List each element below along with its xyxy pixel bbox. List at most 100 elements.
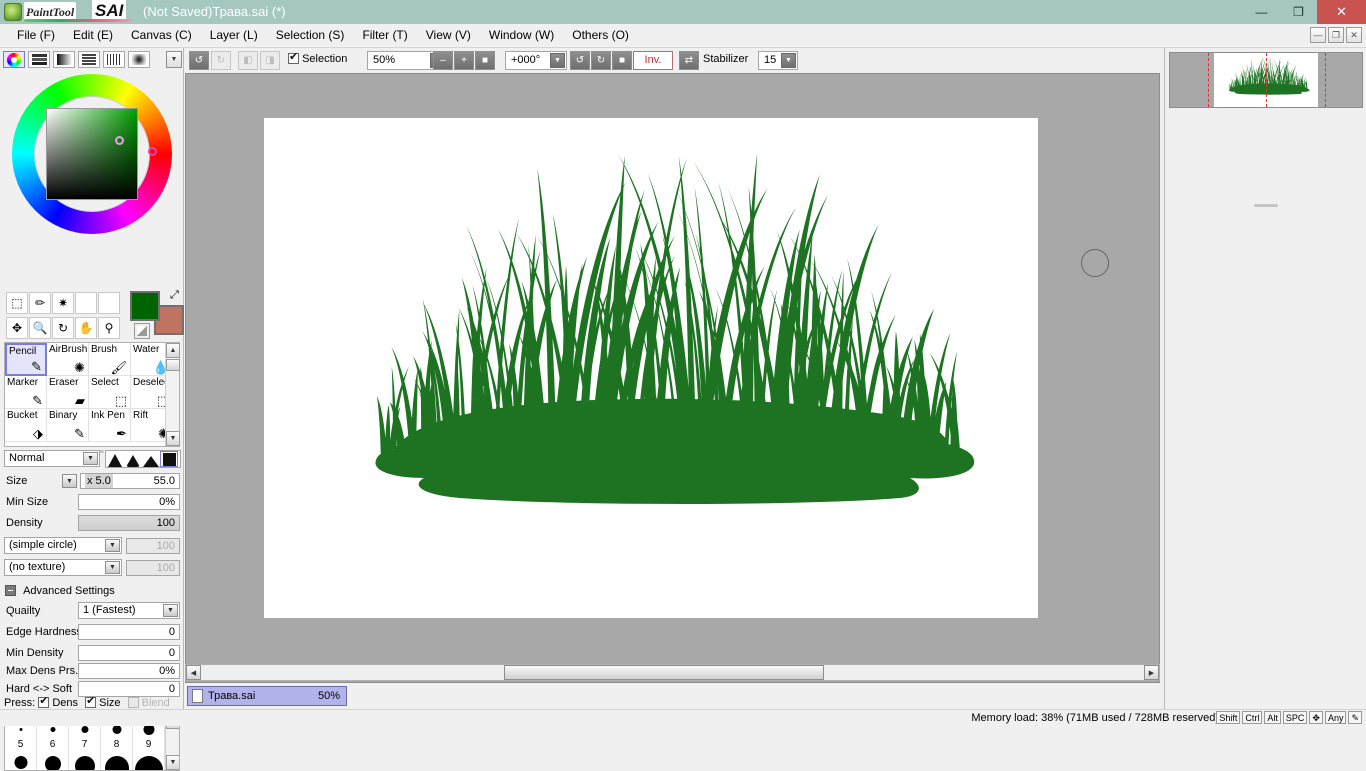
tip-shape-sharp[interactable] — [106, 451, 124, 467]
eyedropper-tool[interactable]: ⚲ — [98, 317, 120, 339]
chevron-down-icon[interactable]: ▼ — [83, 452, 98, 465]
size-preset-next-1[interactable] — [5, 754, 37, 770]
scroll-left-icon[interactable]: ◀ — [186, 665, 201, 680]
blend-mode-combo[interactable]: Normal ▼ — [4, 450, 100, 467]
chevron-down-icon[interactable]: ▼ — [163, 604, 178, 617]
move-tool[interactable]: ✥ — [6, 317, 28, 339]
brush-binary[interactable]: Binary ✎ — [47, 409, 89, 442]
density-slider[interactable]: 100 — [78, 515, 180, 531]
chevron-down-icon[interactable]: ▼ — [550, 53, 565, 68]
hscroll-thumb[interactable] — [504, 665, 824, 680]
foreground-color-swatch[interactable] — [130, 291, 160, 321]
palette-tab[interactable] — [78, 51, 100, 68]
rotate-ccw-button[interactable]: ↺ — [570, 51, 590, 70]
empty-tool-slot-1[interactable] — [75, 292, 97, 314]
rotate-tool[interactable]: ↻ — [52, 317, 74, 339]
size-preset-next-2[interactable] — [37, 754, 69, 770]
brush-scroll-down-icon[interactable]: ▼ — [166, 431, 180, 446]
menu-canvas[interactable]: Canvas (C) — [122, 24, 201, 47]
mdi-restore-button[interactable]: ❐ — [1328, 27, 1344, 43]
max-dens-prs-field[interactable]: 0% — [78, 663, 180, 679]
brush-brush[interactable]: Brush 🖌 — [89, 343, 131, 376]
menu-layer[interactable]: Layer (L) — [201, 24, 267, 47]
minimize-button[interactable]: — — [1243, 0, 1280, 24]
size-preset-next-4[interactable] — [101, 754, 133, 770]
brush-eraser[interactable]: Eraser ▰ — [47, 376, 89, 409]
brush-scroll-thumb[interactable] — [166, 359, 180, 371]
transparent-color-swatch[interactable] — [134, 323, 150, 339]
zoom-in-button[interactable]: + — [454, 51, 474, 70]
size-preset-next-3[interactable] — [69, 754, 101, 770]
tip-shape-round[interactable] — [124, 451, 142, 467]
chevron-down-icon[interactable]: ▼ — [105, 539, 120, 552]
document-tab-trava[interactable]: Трава.sai 50% — [187, 686, 347, 706]
rect-select-tool[interactable]: ⬚ — [6, 292, 28, 314]
tip-shape-flat[interactable] — [142, 451, 160, 467]
maximize-button[interactable]: ❐ — [1280, 0, 1317, 24]
zoom-reset-button[interactable]: ■ — [475, 51, 495, 70]
selection-checkbox[interactable] — [288, 50, 299, 64]
empty-tool-slot-2[interactable] — [98, 292, 120, 314]
undo-button[interactable]: ↺ — [189, 51, 209, 70]
brush-pencil[interactable]: Pencil ✎ — [5, 343, 47, 376]
color-wheel-tab[interactable] — [3, 51, 25, 68]
angle-combo[interactable]: +000° ▼ — [505, 51, 567, 70]
selection-toggle[interactable]: Selection — [288, 50, 347, 65]
edge-hardness-field[interactable]: 0 — [78, 624, 180, 640]
press-size-checkbox[interactable] — [85, 694, 97, 709]
scroll-right-icon[interactable]: ▶ — [1144, 665, 1159, 680]
canvas-horizontal-scrollbar[interactable]: ◀ ▶ — [185, 664, 1160, 681]
size-field[interactable]: x 5.0 55.0 — [80, 473, 180, 489]
gradient-tab[interactable] — [53, 51, 75, 68]
brush-scroll-up-icon[interactable]: ▲ — [166, 343, 180, 358]
canvas-paper[interactable] — [264, 118, 1038, 618]
rotate-reset-button[interactable]: ■ — [612, 51, 632, 70]
close-button[interactable]: ✕ — [1317, 0, 1366, 24]
size-preset-next-5[interactable] — [133, 754, 165, 770]
mdi-close-button[interactable]: ✕ — [1346, 27, 1362, 43]
menu-filter[interactable]: Filter (T) — [353, 24, 416, 47]
brush-shape-combo[interactable]: (simple circle) ▼ — [4, 537, 122, 554]
swap-colors-icon[interactable]: ⤢ — [170, 289, 179, 302]
brush-list-scrollbar[interactable]: ▲ ▼ — [165, 343, 180, 446]
zoom-out-button[interactable]: – — [433, 51, 453, 70]
brush-select[interactable]: Select ⬚ — [89, 376, 131, 409]
brush-inkpen[interactable]: Ink Pen ✒ — [89, 409, 131, 442]
swatches-tab[interactable] — [103, 51, 125, 68]
menu-window[interactable]: Window (W) — [480, 24, 563, 47]
collapse-icon[interactable] — [5, 585, 16, 596]
menu-file[interactable]: File (F) — [8, 24, 64, 47]
chevron-down-icon[interactable]: ▼ — [781, 53, 796, 68]
tip-shape-square[interactable] — [160, 451, 178, 467]
canvas-viewport[interactable] — [185, 73, 1160, 683]
color-panel-menu-button[interactable]: ▼ — [166, 51, 182, 68]
size-dropdown-icon[interactable]: ▼ — [62, 474, 77, 488]
press-dens-checkbox[interactable] — [38, 694, 50, 709]
brush-texture-combo[interactable]: (no texture) ▼ — [4, 559, 122, 576]
min-size-field[interactable]: 0% — [78, 494, 180, 510]
navigator-preview[interactable] — [1169, 52, 1363, 108]
stabilizer-combo[interactable]: 15 ▼ — [758, 51, 798, 70]
rotate-cw-button[interactable]: ↻ — [591, 51, 611, 70]
brush-marker[interactable]: Marker ✎ — [5, 376, 47, 409]
invert-button[interactable]: Inv. — [633, 51, 673, 70]
magic-wand-tool[interactable]: ✷ — [52, 292, 74, 314]
chevron-down-icon[interactable]: ▼ — [105, 561, 120, 574]
color-wheel-widget[interactable] — [12, 74, 172, 234]
menu-selection[interactable]: Selection (S) — [267, 24, 354, 47]
lasso-select-tool[interactable]: ✏ — [29, 292, 51, 314]
rgb-sliders-tab[interactable] — [28, 51, 50, 68]
zoom-tool[interactable]: 🔍 — [29, 317, 51, 339]
scratchpad-tab[interactable] — [128, 51, 150, 68]
menu-edit[interactable]: Edit (E) — [64, 24, 122, 47]
brush-airbrush[interactable]: AirBrush ✺ — [47, 343, 89, 376]
advanced-settings-header[interactable]: Advanced Settings — [5, 584, 115, 598]
min-density-field[interactable]: 0 — [78, 645, 180, 661]
quality-combo[interactable]: 1 (Fastest) ▼ — [78, 602, 180, 619]
size-scroll-down-icon[interactable]: ▼ — [166, 755, 179, 770]
flip-canvas-button[interactable]: ⇄ — [679, 51, 699, 70]
hand-tool[interactable]: ✋ — [75, 317, 97, 339]
menu-others[interactable]: Others (O) — [563, 24, 638, 47]
menu-view[interactable]: View (V) — [417, 24, 480, 47]
saturation-value-square[interactable] — [46, 108, 138, 200]
